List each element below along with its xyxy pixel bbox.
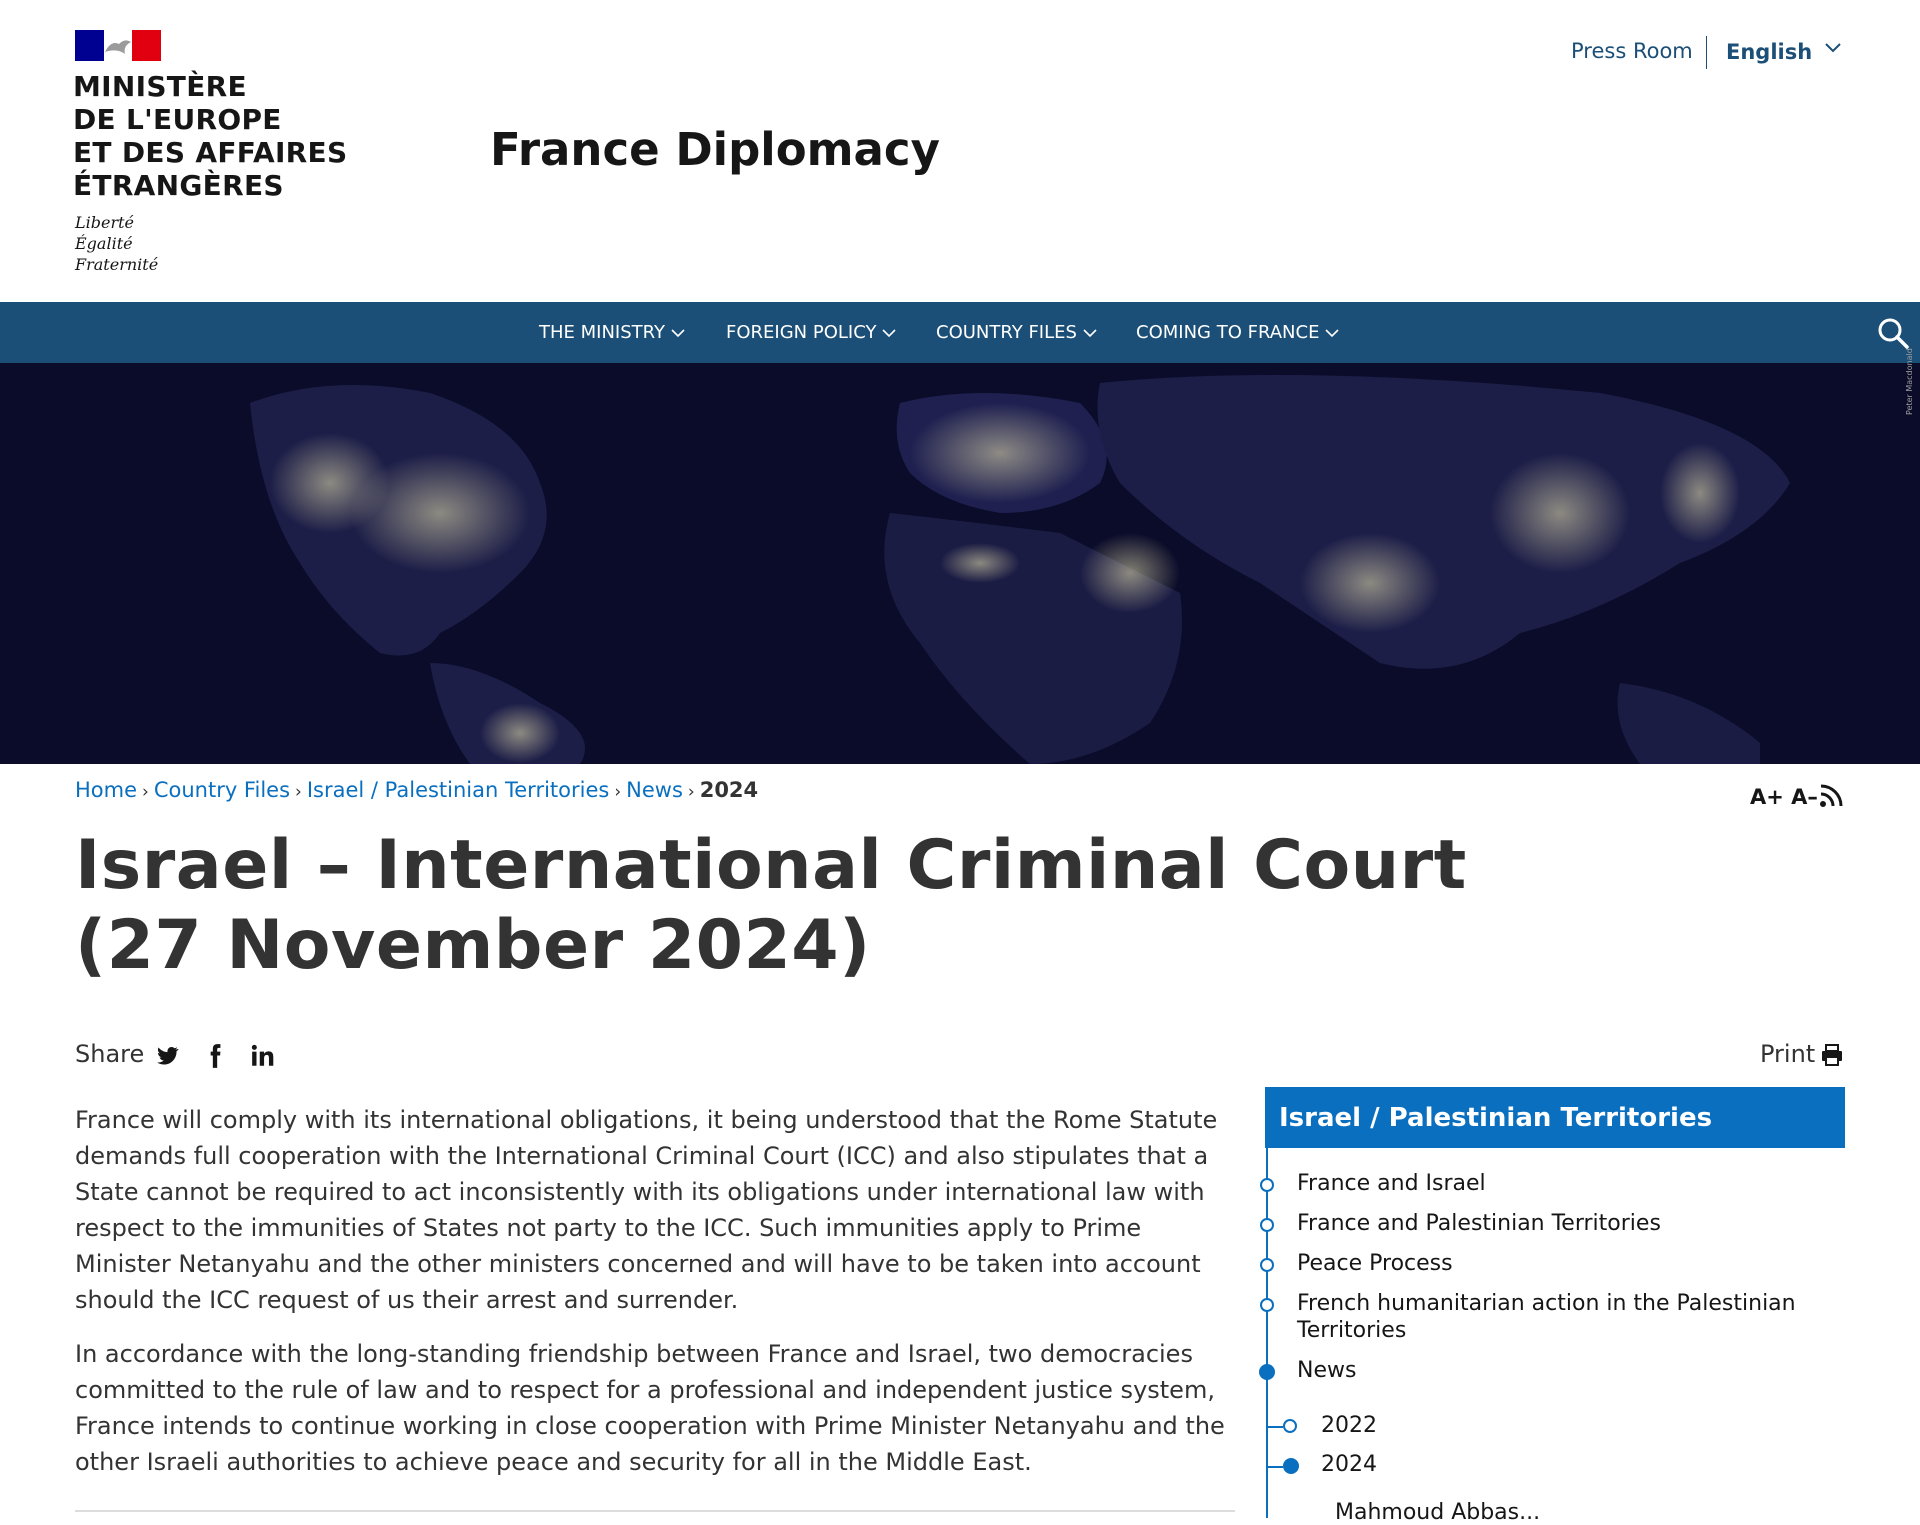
nav-label: FOREIGN POLICY — [726, 322, 877, 343]
sidebar-subitem-2022[interactable]: 2022 — [1321, 1412, 1841, 1439]
breadcrumb-separator-icon: › — [295, 782, 302, 802]
increase-font-button[interactable]: A+ — [1750, 785, 1784, 809]
nav-label: THE MINISTRY — [539, 322, 666, 343]
timeline-branch — [1267, 1466, 1283, 1468]
press-room-link[interactable]: Press Room — [1571, 39, 1693, 63]
breadcrumb-country-files[interactable]: Country Files — [154, 778, 290, 802]
site-title[interactable]: France Diplomacy — [490, 123, 940, 176]
hero-banner-world-night-map — [0, 363, 1920, 764]
sidebar-title: Israel / Palestinian Territories — [1279, 1103, 1713, 1133]
search-icon[interactable] — [1876, 316, 1910, 350]
marianne-logo — [75, 30, 161, 61]
nav-country-files[interactable]: COUNTRY FILES — [936, 322, 1097, 346]
timeline-dot-icon — [1260, 1178, 1274, 1192]
ministry-name: MINISTÈRE DE L'EUROPE ET DES AFFAIRES ÉT… — [73, 70, 348, 202]
page-title: Israel – International Criminal Court (2… — [75, 826, 1467, 985]
main-nav: THE MINISTRY FOREIGN POLICY COUNTRY FILE… — [0, 302, 1920, 363]
timeline-dot-icon — [1283, 1419, 1297, 1433]
nav-the-ministry[interactable]: THE MINISTRY — [539, 322, 685, 346]
timeline-dot-icon — [1260, 1298, 1274, 1312]
timeline-dot-active-icon — [1283, 1458, 1299, 1474]
chevron-down-icon — [1083, 328, 1097, 337]
timeline-dot-icon — [1260, 1258, 1274, 1272]
sidebar-header[interactable]: Israel / Palestinian Territories — [1265, 1087, 1845, 1148]
chevron-down-icon — [1325, 328, 1340, 337]
sidebar-item-french-humanitarian-action[interactable]: French humanitarian action in the Palest… — [1297, 1290, 1817, 1344]
article-body: France will comply with its internationa… — [75, 1102, 1235, 1498]
content-divider — [75, 1510, 1235, 1512]
sidebar-subitem-2024[interactable]: 2024 — [1321, 1451, 1841, 1478]
header-divider — [1706, 36, 1707, 69]
chevron-down-icon[interactable] — [1824, 42, 1842, 54]
breadcrumb-separator-icon: › — [142, 782, 149, 802]
republic-motto: Liberté Égalité Fraternité — [75, 213, 159, 274]
nav-label: COUNTRY FILES — [936, 322, 1077, 343]
text-size-tools: A+ A– — [1750, 785, 1818, 809]
breadcrumb-current: 2024 — [699, 778, 759, 802]
article-paragraph: In accordance with the long-standing fri… — [75, 1340, 1225, 1476]
breadcrumb: Home › Country Files › Israel / Palestinian … — [75, 778, 758, 802]
breadcrumb-israel-palestinian-territories[interactable]: Israel / Palestinian Territories — [307, 778, 610, 802]
sidebar-timeline-rail — [1266, 1148, 1268, 1518]
timeline-dot-icon — [1260, 1218, 1274, 1232]
breadcrumb-news[interactable]: News — [626, 778, 683, 802]
share-label: Share — [75, 1040, 145, 1068]
language-selector[interactable]: English — [1726, 40, 1812, 64]
photo-credit: Peter Macdonald — [1905, 348, 1914, 415]
rss-icon[interactable] — [1818, 783, 1844, 809]
facebook-icon[interactable] — [202, 1043, 228, 1069]
printer-icon[interactable] — [1820, 1043, 1844, 1067]
chevron-down-icon — [671, 328, 685, 337]
sidebar-item-news[interactable]: News — [1297, 1357, 1817, 1384]
chevron-down-icon — [882, 328, 897, 337]
print-label[interactable]: Print — [1760, 1040, 1815, 1068]
nav-coming-to-france[interactable]: COMING TO FRANCE — [1136, 322, 1340, 346]
sidebar-subitem-partial[interactable]: Mahmoud Abbas... — [1335, 1500, 1540, 1525]
sidebar-item-france-and-israel[interactable]: France and Israel — [1297, 1170, 1817, 1197]
linkedin-icon[interactable] — [250, 1043, 276, 1069]
breadcrumb-home[interactable]: Home — [75, 778, 137, 802]
article-paragraph: France will comply with its internationa… — [75, 1106, 1218, 1314]
timeline-branch — [1267, 1426, 1283, 1428]
sidebar-item-peace-process[interactable]: Peace Process — [1297, 1250, 1817, 1277]
decrease-font-button[interactable]: A– — [1791, 785, 1818, 809]
nav-foreign-policy[interactable]: FOREIGN POLICY — [726, 322, 897, 346]
timeline-dot-active-icon — [1259, 1364, 1275, 1380]
sidebar-item-france-and-palestinian-territories[interactable]: France and Palestinian Territories — [1297, 1210, 1817, 1237]
breadcrumb-separator-icon: › — [614, 782, 622, 802]
breadcrumb-separator-icon: › — [687, 782, 695, 802]
nav-label: COMING TO FRANCE — [1136, 322, 1320, 343]
twitter-icon[interactable] — [154, 1043, 180, 1069]
